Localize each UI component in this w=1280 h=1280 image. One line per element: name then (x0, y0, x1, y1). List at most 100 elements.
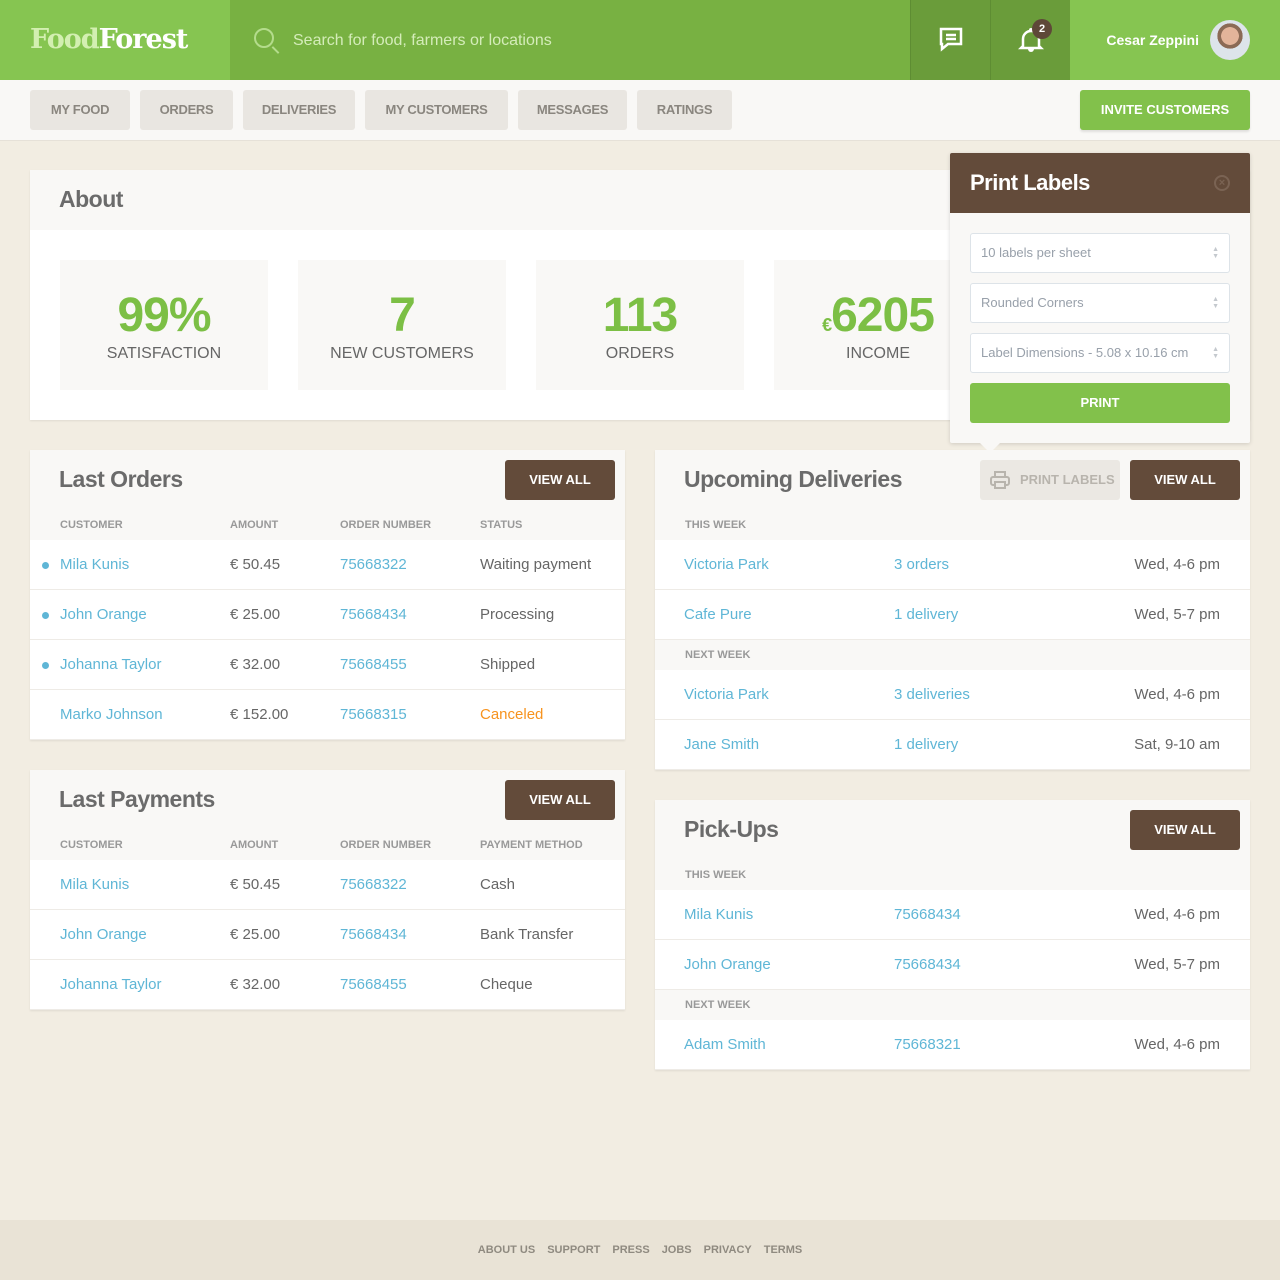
stat-satisfaction: 99% SATISFACTION (60, 260, 268, 390)
group-label: NEXT WEEK (685, 999, 751, 1011)
cell-order[interactable]: 75668322 (340, 860, 407, 910)
footer-link[interactable]: ABOUT US (478, 1244, 535, 1256)
table-row[interactable]: Marko Johnson € 152.00 75668315 Canceled (30, 690, 625, 740)
group-header: NEXT WEEK (655, 990, 1250, 1020)
item-info[interactable]: 75668434 (894, 890, 961, 940)
column-header: AMOUNT (230, 839, 279, 851)
item-name[interactable]: Cafe Pure (684, 590, 752, 640)
item-name[interactable]: Victoria Park (684, 670, 769, 720)
upcoming-deliveries-card: Upcoming Deliveries PRINT LABELS VIEW AL… (655, 450, 1250, 770)
item-info[interactable]: 75668321 (894, 1020, 961, 1070)
cell-order[interactable]: 75668455 (340, 640, 407, 690)
cell-order[interactable]: 75668434 (340, 910, 407, 960)
print-labels-button[interactable]: PRINT LABELS (980, 460, 1120, 500)
cell-customer[interactable]: Mila Kunis (60, 540, 129, 590)
list-item[interactable]: Victoria Park 3 deliveries Wed, 4-6 pm (655, 670, 1250, 720)
search-input[interactable] (293, 28, 893, 54)
footer-link[interactable]: PRIVACY (704, 1244, 752, 1256)
cell-status: Shipped (480, 656, 536, 673)
list-item[interactable]: Jane Smith 1 delivery Sat, 9-10 am (655, 720, 1250, 770)
nav-my-customers[interactable]: MY CUSTOMERS (365, 90, 508, 130)
nav-my-food[interactable]: MY FOOD (30, 90, 130, 130)
item-name[interactable]: John Orange (684, 940, 771, 990)
list-item[interactable]: Mila Kunis 75668434 Wed, 4-6 pm (655, 890, 1250, 940)
item-info[interactable]: 1 delivery (894, 720, 958, 770)
nav-messages[interactable]: MESSAGES (518, 90, 627, 130)
item-name[interactable]: Victoria Park (684, 540, 769, 590)
last-orders-card: Last Orders VIEW ALL CUSTOMER AMOUNT ORDER … (30, 450, 625, 740)
nav-ratings[interactable]: RATINGS (637, 90, 732, 130)
select-arrows-icon: ▲ ▼ (1212, 246, 1219, 260)
cell-order[interactable]: 75668455 (340, 960, 407, 1010)
cell-customer[interactable]: Mila Kunis (60, 860, 129, 910)
footer-link[interactable]: PRESS (612, 1244, 649, 1256)
item-info[interactable]: 1 delivery (894, 590, 958, 640)
messages-button[interactable] (910, 0, 990, 80)
deliveries-title: Upcoming Deliveries (684, 466, 903, 492)
item-info[interactable]: 3 orders (894, 540, 949, 590)
cell-amount: € 50.45 (230, 876, 281, 893)
item-time: Wed, 4-6 pm (1134, 686, 1220, 703)
dimensions-select[interactable]: Label Dimensions - 5.08 x 10.16 cm ▲ ▼ (970, 333, 1230, 373)
stat-orders: 113 ORDERS (536, 260, 744, 390)
item-time: Wed, 5-7 pm (1134, 956, 1220, 973)
last-payments-card: Last Payments VIEW ALL CUSTOMER AMOUNT ORDE… (30, 770, 625, 1010)
labels-per-sheet-select[interactable]: 10 labels per sheet ▲ ▼ (970, 233, 1230, 273)
column-header: ORDER NUMBER (340, 839, 432, 851)
footer: ABOUT US SUPPORT PRESS JOBS PRIVACY TERMS (0, 1220, 1280, 1280)
logo[interactable]: FoodForest (0, 0, 230, 80)
cell-amount: € 25.00 (230, 926, 281, 943)
popup-caret (980, 443, 1000, 453)
cell-amount: € 32.00 (230, 656, 281, 673)
close-icon[interactable]: × (1214, 175, 1230, 191)
view-all-orders-button[interactable]: VIEW ALL (505, 460, 615, 500)
print-button[interactable]: PRINT (970, 383, 1230, 423)
avatar[interactable] (1210, 20, 1250, 60)
chat-icon (939, 27, 963, 52)
nav-orders[interactable]: ORDERS (140, 90, 233, 130)
table-row[interactable]: Johanna Taylor € 32.00 75668455 Cheque (30, 960, 625, 1010)
search-icon (254, 28, 274, 48)
table-row[interactable]: Mila Kunis € 50.45 75668322 Cash (30, 860, 625, 910)
nav-deliveries[interactable]: DELIVERIES (243, 90, 355, 130)
table-row[interactable]: Johanna Taylor € 32.00 75668455 Shipped (30, 640, 625, 690)
table-row[interactable]: John Orange € 25.00 75668434 Processing (30, 590, 625, 640)
table-row[interactable]: Mila Kunis € 50.45 75668322 Waiting payment (30, 540, 625, 590)
cell-order[interactable]: 75668322 (340, 540, 407, 590)
list-item[interactable]: John Orange 75668434 Wed, 5-7 pm (655, 940, 1250, 990)
notifications-button[interactable] (990, 0, 1070, 80)
item-name[interactable]: Jane Smith (684, 720, 759, 770)
cell-customer[interactable]: Johanna Taylor (60, 640, 161, 690)
group-header: NEXT WEEK (655, 640, 1250, 670)
item-info[interactable]: 75668434 (894, 940, 961, 990)
cell-customer[interactable]: John Orange (60, 910, 147, 960)
corners-select[interactable]: Rounded Corners ▲ ▼ (970, 283, 1230, 323)
cell-customer[interactable]: Marko Johnson (60, 690, 163, 740)
footer-link[interactable]: TERMS (764, 1244, 803, 1256)
cell-order[interactable]: 75668434 (340, 590, 407, 640)
cell-customer[interactable]: John Orange (60, 590, 147, 640)
view-all-payments-button[interactable]: VIEW ALL (505, 780, 615, 820)
invite-customers-button[interactable]: INVITE CUSTOMERS (1080, 90, 1250, 130)
view-all-pickups-button[interactable]: VIEW ALL (1130, 810, 1240, 850)
item-name[interactable]: Mila Kunis (684, 890, 753, 940)
view-all-deliveries-button[interactable]: VIEW ALL (1130, 460, 1240, 500)
select-value: 10 labels per sheet (981, 245, 1091, 260)
cell-status: Waiting payment (480, 556, 592, 573)
item-time: Wed, 4-6 pm (1134, 1036, 1220, 1053)
cell-amount: € 50.45 (230, 556, 281, 573)
table-row[interactable]: John Orange € 25.00 75668434 Bank Transfer (30, 910, 625, 960)
footer-link[interactable]: JOBS (662, 1244, 692, 1256)
cell-customer[interactable]: Johanna Taylor (60, 960, 161, 1010)
list-item[interactable]: Cafe Pure 1 delivery Wed, 5-7 pm (655, 590, 1250, 640)
column-header: AMOUNT (230, 519, 279, 531)
footer-link[interactable]: SUPPORT (547, 1244, 600, 1256)
stat-value: 113 (602, 289, 678, 342)
list-item[interactable]: Victoria Park 3 orders Wed, 4-6 pm (655, 540, 1250, 590)
user-name[interactable]: Cesar Zeppini (1106, 32, 1199, 48)
item-name[interactable]: Adam Smith (684, 1020, 766, 1070)
select-value: Label Dimensions - 5.08 x 10.16 cm (981, 345, 1189, 360)
cell-order[interactable]: 75668315 (340, 690, 407, 740)
list-item[interactable]: Adam Smith 75668321 Wed, 4-6 pm (655, 1020, 1250, 1070)
item-info[interactable]: 3 deliveries (894, 670, 970, 720)
